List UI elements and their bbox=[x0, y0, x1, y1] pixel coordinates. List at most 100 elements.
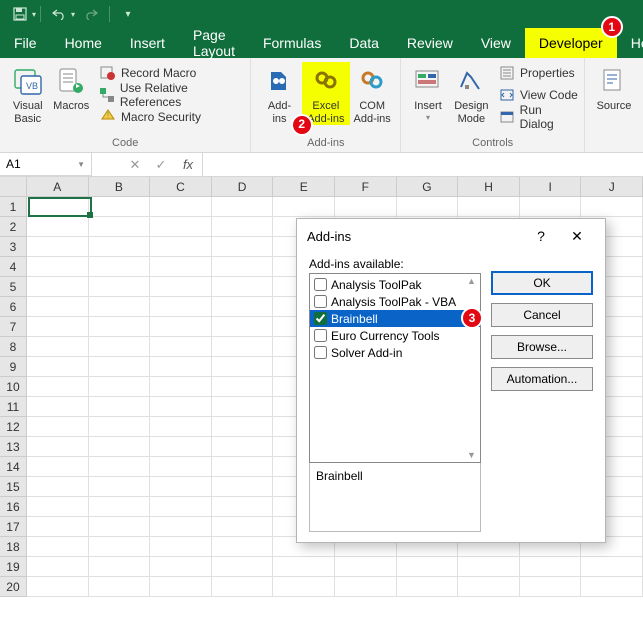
cell[interactable] bbox=[273, 557, 335, 577]
cell[interactable] bbox=[150, 497, 212, 517]
cell[interactable] bbox=[212, 337, 274, 357]
tab-developer[interactable]: Developer 1 bbox=[525, 28, 617, 58]
excel-addins-button[interactable]: Excel Add-ins 2 bbox=[302, 62, 350, 125]
row-header[interactable]: 19 bbox=[0, 557, 27, 577]
row-header[interactable]: 8 bbox=[0, 337, 27, 357]
cell[interactable] bbox=[212, 457, 274, 477]
cell[interactable] bbox=[212, 437, 274, 457]
cell[interactable] bbox=[89, 397, 151, 417]
cell[interactable] bbox=[150, 477, 212, 497]
row-header[interactable]: 15 bbox=[0, 477, 27, 497]
properties-button[interactable]: Properties bbox=[498, 62, 578, 84]
cell[interactable] bbox=[27, 277, 89, 297]
cell[interactable] bbox=[581, 577, 643, 597]
addin-checkbox[interactable] bbox=[314, 346, 327, 359]
cell[interactable] bbox=[335, 577, 397, 597]
tab-page-layout[interactable]: Page Layout bbox=[179, 28, 249, 58]
cell[interactable] bbox=[89, 197, 151, 217]
undo-dropdown-icon[interactable]: ▾ bbox=[71, 10, 75, 19]
cell[interactable] bbox=[150, 357, 212, 377]
cell[interactable] bbox=[150, 337, 212, 357]
addin-list-item[interactable]: Analysis ToolPak - VBA bbox=[310, 293, 480, 310]
cell[interactable] bbox=[212, 197, 274, 217]
cell[interactable] bbox=[212, 577, 274, 597]
cell[interactable] bbox=[212, 277, 274, 297]
save-dropdown-icon[interactable]: ▾ bbox=[32, 10, 36, 19]
cell[interactable] bbox=[89, 297, 151, 317]
cell[interactable] bbox=[581, 557, 643, 577]
cell[interactable] bbox=[212, 517, 274, 537]
cell[interactable] bbox=[27, 397, 89, 417]
column-header[interactable]: B bbox=[89, 177, 151, 197]
cell[interactable] bbox=[27, 337, 89, 357]
source-button[interactable]: Source bbox=[591, 62, 637, 113]
cell[interactable] bbox=[150, 417, 212, 437]
cell[interactable] bbox=[89, 277, 151, 297]
cell[interactable] bbox=[89, 357, 151, 377]
cell[interactable] bbox=[273, 197, 335, 217]
row-header[interactable]: 20 bbox=[0, 577, 27, 597]
com-addins-button[interactable]: COM Add-ins bbox=[350, 62, 394, 125]
cell[interactable] bbox=[27, 537, 89, 557]
cell[interactable] bbox=[27, 457, 89, 477]
cell[interactable] bbox=[150, 277, 212, 297]
cell[interactable] bbox=[89, 237, 151, 257]
row-header[interactable]: 4 bbox=[0, 257, 27, 277]
design-mode-button[interactable]: Design Mode bbox=[449, 62, 494, 125]
addin-list-item[interactable]: Solver Add-in bbox=[310, 344, 480, 361]
cell[interactable] bbox=[212, 257, 274, 277]
row-header[interactable]: 5 bbox=[0, 277, 27, 297]
cell[interactable] bbox=[150, 437, 212, 457]
cell[interactable] bbox=[212, 217, 274, 237]
addin-checkbox[interactable] bbox=[314, 329, 327, 342]
cell[interactable] bbox=[89, 577, 151, 597]
cell[interactable] bbox=[27, 357, 89, 377]
cell[interactable] bbox=[397, 557, 459, 577]
cell[interactable] bbox=[27, 297, 89, 317]
cell[interactable] bbox=[335, 557, 397, 577]
row-header[interactable]: 2 bbox=[0, 217, 27, 237]
tab-data[interactable]: Data bbox=[335, 28, 393, 58]
macros-button[interactable]: Macros bbox=[49, 62, 92, 113]
addin-checkbox[interactable] bbox=[314, 278, 327, 291]
cell[interactable] bbox=[520, 577, 582, 597]
tab-formulas[interactable]: Formulas bbox=[249, 28, 335, 58]
cell[interactable] bbox=[150, 517, 212, 537]
cell[interactable] bbox=[520, 557, 582, 577]
cell[interactable] bbox=[150, 457, 212, 477]
addin-checkbox[interactable] bbox=[314, 295, 327, 308]
cell[interactable] bbox=[89, 337, 151, 357]
cell[interactable] bbox=[212, 357, 274, 377]
cell[interactable] bbox=[150, 197, 212, 217]
addins-listbox[interactable]: ▲▼ Analysis ToolPakAnalysis ToolPak - VB… bbox=[309, 273, 481, 463]
cell[interactable] bbox=[89, 317, 151, 337]
row-header[interactable]: 13 bbox=[0, 437, 27, 457]
column-header[interactable]: J bbox=[581, 177, 643, 197]
cancel-formula-button[interactable]: ✕ bbox=[122, 157, 148, 173]
row-header[interactable]: 6 bbox=[0, 297, 27, 317]
insert-control-button[interactable]: Insert ▾ bbox=[407, 62, 448, 122]
cell[interactable] bbox=[212, 317, 274, 337]
cell[interactable] bbox=[150, 257, 212, 277]
use-relative-references-button[interactable]: Use Relative References bbox=[99, 84, 244, 106]
cell[interactable] bbox=[397, 577, 459, 597]
column-header[interactable]: H bbox=[458, 177, 520, 197]
run-dialog-button[interactable]: Run Dialog bbox=[498, 106, 578, 128]
cell[interactable] bbox=[27, 257, 89, 277]
row-header[interactable]: 12 bbox=[0, 417, 27, 437]
cell[interactable] bbox=[27, 557, 89, 577]
customize-qat-button[interactable]: ▾ bbox=[114, 2, 142, 26]
cell[interactable] bbox=[335, 197, 397, 217]
column-header[interactable]: C bbox=[150, 177, 212, 197]
addin-list-item[interactable]: Euro Currency Tools bbox=[310, 327, 480, 344]
row-header[interactable]: 17 bbox=[0, 517, 27, 537]
cell[interactable] bbox=[212, 537, 274, 557]
cell[interactable] bbox=[27, 197, 89, 217]
cell[interactable] bbox=[150, 317, 212, 337]
column-header[interactable]: F bbox=[335, 177, 397, 197]
cell[interactable] bbox=[89, 217, 151, 237]
row-header[interactable]: 14 bbox=[0, 457, 27, 477]
cell[interactable] bbox=[27, 377, 89, 397]
cell[interactable] bbox=[212, 557, 274, 577]
addin-checkbox[interactable] bbox=[314, 312, 327, 325]
